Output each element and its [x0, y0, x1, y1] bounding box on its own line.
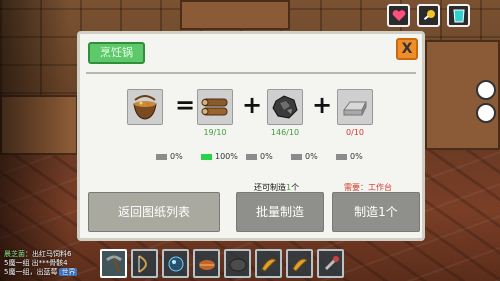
progress-value: 0%: [305, 152, 318, 161]
chat-line: 5魔一组，出蓝莓 世界: [4, 268, 78, 277]
drumstick-icon[interactable]: [417, 4, 440, 27]
pickaxe-icon: [105, 255, 122, 272]
bow-icon: [137, 254, 147, 273]
world-channel-tag[interactable]: 世界: [59, 268, 78, 276]
progress-value: 100%: [215, 152, 238, 161]
wood-log-icon[interactable]: [197, 89, 233, 125]
craftable-prefix: 还可制造: [254, 183, 286, 192]
iron-ingot-icon[interactable]: [337, 89, 373, 125]
hotbar-slot[interactable]: [131, 249, 158, 278]
dialog-title: 烹饪锅: [88, 42, 145, 64]
progress-indicator: 0%: [291, 152, 318, 161]
horn-icon: [260, 258, 277, 272]
progress-indicator: 0%: [246, 152, 273, 161]
chat-text: 5魔一组 出***骨骸4: [4, 259, 68, 267]
side-menu-button[interactable]: [476, 80, 496, 100]
progress-indicator: 0%: [156, 152, 183, 161]
chat-text: 5魔一组，出蓝莓: [4, 268, 58, 276]
plus-sign: +: [242, 91, 263, 119]
horn-icon: [291, 258, 308, 272]
stone-icon: [229, 258, 246, 271]
shadow: [0, 0, 70, 281]
equals-sign: =: [175, 91, 196, 119]
cooking-pot-icon: [127, 89, 163, 125]
progress-value: 0%: [170, 152, 183, 161]
progress-bar: [201, 153, 212, 160]
water-cup-icon[interactable]: [447, 4, 470, 27]
back-to-blueprints-button[interactable]: 返回图纸列表: [88, 192, 220, 232]
hotbar-slot[interactable]: [255, 249, 282, 278]
hotbar-slot[interactable]: [162, 249, 189, 278]
hotbar-slot[interactable]: [193, 249, 220, 278]
progress-indicator: 100%: [201, 152, 238, 161]
chat-text: 出红马饲料6: [32, 250, 72, 258]
progress-indicator: 0%: [336, 152, 363, 161]
crafting-dialog: 烹饪锅 X = 19/10 + 146/10 + 0/10 0% 100% 0%…: [77, 31, 425, 241]
hotbar-slot[interactable]: [224, 249, 251, 278]
progress-bar: [291, 153, 302, 160]
craft-one-button[interactable]: 制造1个: [332, 192, 420, 232]
chat-bubble-button[interactable]: [476, 103, 496, 123]
chat-log: 晨芝菌：出红马饲料6 5魔一组 出***骨骸4 5魔一组，出蓝莓 世界: [4, 250, 78, 277]
hotbar-slot[interactable]: [286, 249, 313, 278]
divider: [86, 72, 416, 74]
ingredient-count: 146/10: [270, 128, 300, 137]
progress-bar: [336, 153, 347, 160]
coal-ore-icon[interactable]: [267, 89, 303, 125]
hotbar: [100, 249, 344, 281]
hotbar-slot[interactable]: [100, 249, 127, 278]
batch-craft-button[interactable]: 批量制造: [236, 192, 324, 232]
chat-line: 5魔一组 出***骨骸4: [4, 259, 77, 268]
progress-bar: [156, 153, 167, 160]
progress-bar: [246, 153, 257, 160]
hotbar-slot[interactable]: [317, 249, 344, 278]
wooden-block: [180, 0, 290, 30]
chat-nick: 晨芝菌: [4, 250, 25, 258]
ingredient-count: 19/10: [203, 128, 227, 137]
progress-value: 0%: [260, 152, 273, 161]
shell-icon: [198, 259, 215, 270]
plus-sign: +: [312, 91, 333, 119]
chat-line: 晨芝菌：出红马饲料6: [4, 250, 72, 258]
close-button[interactable]: X: [396, 38, 418, 60]
orb-icon: [168, 256, 183, 271]
progress-value: 0%: [350, 152, 363, 161]
heart-icon[interactable]: [387, 4, 410, 27]
craftable-suffix: 个: [291, 183, 300, 192]
ingredient-count: 0/10: [346, 128, 364, 137]
wrench-icon: [324, 255, 339, 270]
